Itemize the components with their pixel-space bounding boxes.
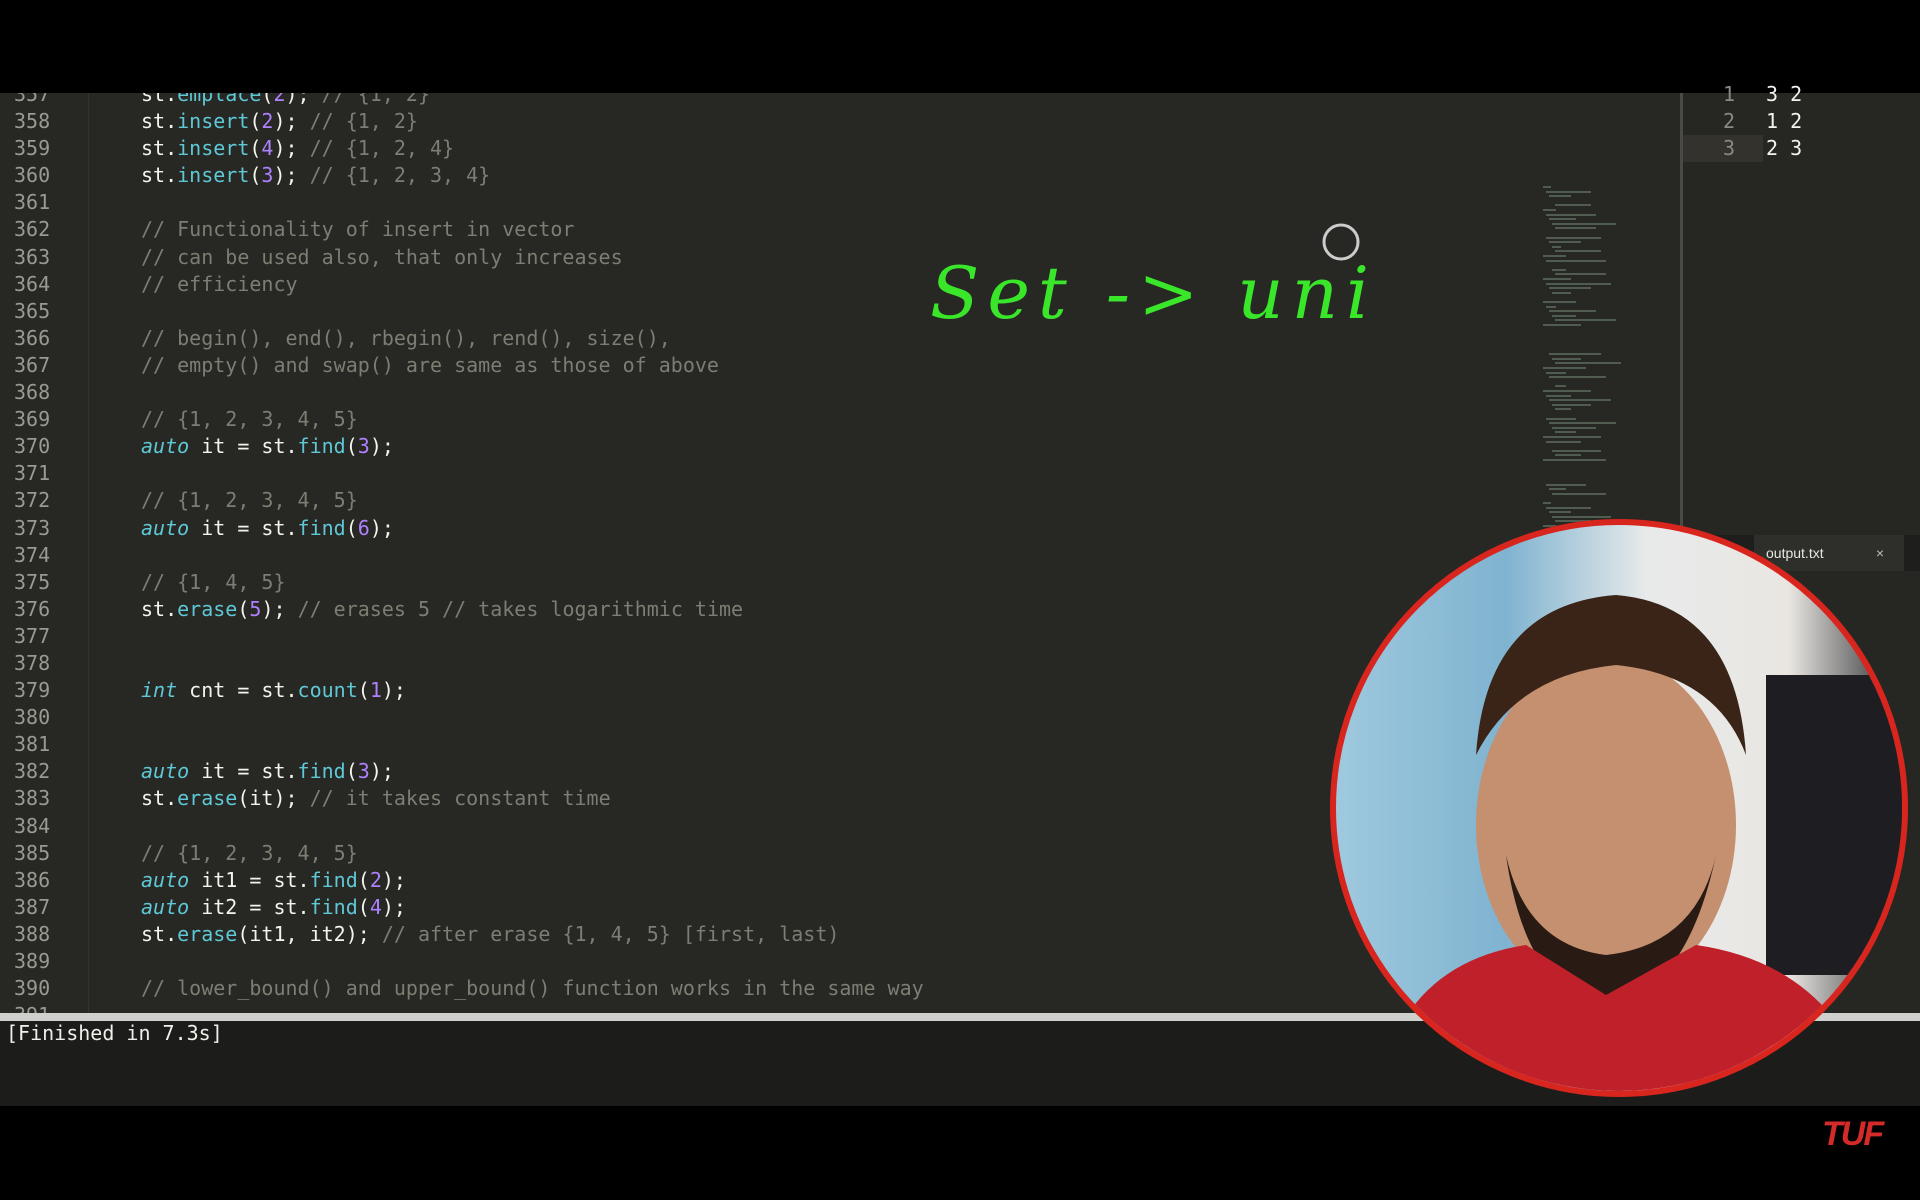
handwritten-annotation-text: Set -> uni bbox=[930, 251, 1377, 335]
handwritten-annotation: Set -> uni bbox=[930, 223, 1377, 335]
tuf-logo: TUF bbox=[1822, 1115, 1884, 1153]
